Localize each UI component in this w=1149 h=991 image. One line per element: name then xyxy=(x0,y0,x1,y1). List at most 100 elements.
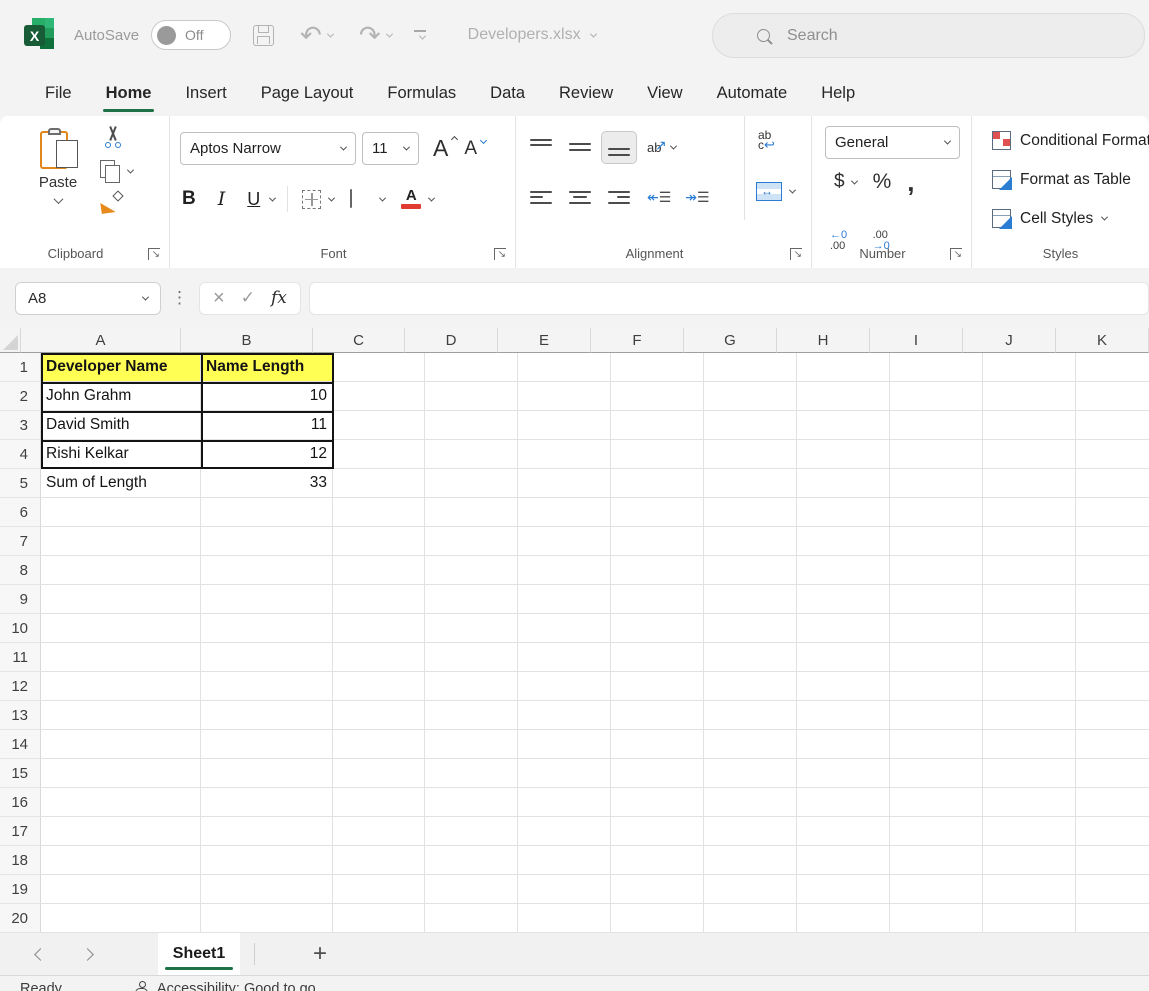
cell-D8[interactable] xyxy=(425,556,518,585)
borders-icon[interactable] xyxy=(302,190,321,209)
cell-E16[interactable] xyxy=(518,788,611,817)
cell-K20[interactable] xyxy=(1076,904,1149,933)
col-header-J[interactable]: J xyxy=(963,328,1056,353)
cell-J9[interactable] xyxy=(983,585,1076,614)
cell-G1[interactable] xyxy=(704,353,797,382)
cell-G6[interactable] xyxy=(704,498,797,527)
font-color-icon[interactable]: A xyxy=(401,189,421,209)
cell-H10[interactable] xyxy=(797,614,890,643)
cell-E17[interactable] xyxy=(518,817,611,846)
paste-dropdown[interactable] xyxy=(53,194,63,204)
row-header-6[interactable]: 6 xyxy=(0,498,41,527)
copy-dropdown[interactable] xyxy=(127,166,134,173)
cell-F1[interactable] xyxy=(611,353,704,382)
cell-G7[interactable] xyxy=(704,527,797,556)
cell-H11[interactable] xyxy=(797,643,890,672)
cell-C19[interactable] xyxy=(333,875,425,904)
comma-style-button[interactable]: , xyxy=(907,177,914,187)
cell-G8[interactable] xyxy=(704,556,797,585)
tab-formulas[interactable]: Formulas xyxy=(370,70,473,116)
percent-button[interactable]: % xyxy=(873,170,892,194)
cell-J18[interactable] xyxy=(983,846,1076,875)
redo-dropdown[interactable] xyxy=(386,30,393,37)
cell-E3[interactable] xyxy=(518,411,611,440)
cell-J8[interactable] xyxy=(983,556,1076,585)
row-header-15[interactable]: 15 xyxy=(0,759,41,788)
undo-icon[interactable]: ↶ xyxy=(300,25,322,45)
cell-I15[interactable] xyxy=(890,759,983,788)
align-right-button[interactable] xyxy=(608,191,630,204)
cell-J6[interactable] xyxy=(983,498,1076,527)
cell-H18[interactable] xyxy=(797,846,890,875)
cell-K13[interactable] xyxy=(1076,701,1149,730)
row-header-7[interactable]: 7 xyxy=(0,527,41,556)
cell-I6[interactable] xyxy=(890,498,983,527)
cell-B15[interactable] xyxy=(201,759,333,788)
cell-E7[interactable] xyxy=(518,527,611,556)
cell-K8[interactable] xyxy=(1076,556,1149,585)
cell-B13[interactable] xyxy=(201,701,333,730)
cell-J14[interactable] xyxy=(983,730,1076,759)
cell-C20[interactable] xyxy=(333,904,425,933)
cell-C10[interactable] xyxy=(333,614,425,643)
customize-toolbar-icon[interactable] xyxy=(414,30,426,40)
tab-view[interactable]: View xyxy=(630,70,699,116)
tab-home[interactable]: Home xyxy=(89,70,169,116)
row-header-16[interactable]: 16 xyxy=(0,788,41,817)
cell-C13[interactable] xyxy=(333,701,425,730)
cell-F17[interactable] xyxy=(611,817,704,846)
cell-E11[interactable] xyxy=(518,643,611,672)
cell-J7[interactable] xyxy=(983,527,1076,556)
cell-D4[interactable] xyxy=(425,440,518,469)
cell-B18[interactable] xyxy=(201,846,333,875)
cell-A11[interactable] xyxy=(41,643,201,672)
cell-B11[interactable] xyxy=(201,643,333,672)
cell-C11[interactable] xyxy=(333,643,425,672)
cell-H13[interactable] xyxy=(797,701,890,730)
cell-F12[interactable] xyxy=(611,672,704,701)
cell-B9[interactable] xyxy=(201,585,333,614)
cell-K4[interactable] xyxy=(1076,440,1149,469)
cell-E4[interactable] xyxy=(518,440,611,469)
row-header-19[interactable]: 19 xyxy=(0,875,41,904)
font-size-select[interactable]: 11 xyxy=(362,132,419,165)
cell-B12[interactable] xyxy=(201,672,333,701)
cell-J13[interactable] xyxy=(983,701,1076,730)
tab-insert[interactable]: Insert xyxy=(168,70,243,116)
cell-H4[interactable] xyxy=(797,440,890,469)
currency-button[interactable]: $ xyxy=(834,171,845,193)
autosave-toggle[interactable]: Off xyxy=(151,20,231,50)
cell-A19[interactable] xyxy=(41,875,201,904)
cell-C2[interactable] xyxy=(333,382,425,411)
fill-color-icon[interactable] xyxy=(350,190,372,208)
cell-I2[interactable] xyxy=(890,382,983,411)
cell-A1[interactable]: Developer Name xyxy=(41,353,201,382)
cell-H17[interactable] xyxy=(797,817,890,846)
cell-J2[interactable] xyxy=(983,382,1076,411)
increase-decimal-button[interactable]: ←0.00 xyxy=(830,208,861,274)
cell-C5[interactable] xyxy=(333,469,425,498)
cell-J10[interactable] xyxy=(983,614,1076,643)
cell-H8[interactable] xyxy=(797,556,890,585)
cell-A10[interactable] xyxy=(41,614,201,643)
cell-F5[interactable] xyxy=(611,469,704,498)
format-painter-icon[interactable] xyxy=(100,192,124,214)
cell-G20[interactable] xyxy=(704,904,797,933)
cell-F15[interactable] xyxy=(611,759,704,788)
cell-D14[interactable] xyxy=(425,730,518,759)
add-sheet-button[interactable]: + xyxy=(313,940,327,968)
copy-icon[interactable] xyxy=(100,160,120,182)
alignment-dialog-launcher[interactable]: ↘ xyxy=(790,248,802,260)
increase-font-button[interactable]: A xyxy=(433,135,448,162)
cell-A15[interactable] xyxy=(41,759,201,788)
cell-J5[interactable] xyxy=(983,469,1076,498)
cell-A8[interactable] xyxy=(41,556,201,585)
cancel-icon[interactable]: × xyxy=(213,289,225,307)
center-button[interactable] xyxy=(569,191,591,204)
cell-J11[interactable] xyxy=(983,643,1076,672)
cell-E10[interactable] xyxy=(518,614,611,643)
cell-E9[interactable] xyxy=(518,585,611,614)
cell-H15[interactable] xyxy=(797,759,890,788)
cell-F14[interactable] xyxy=(611,730,704,759)
cell-K12[interactable] xyxy=(1076,672,1149,701)
